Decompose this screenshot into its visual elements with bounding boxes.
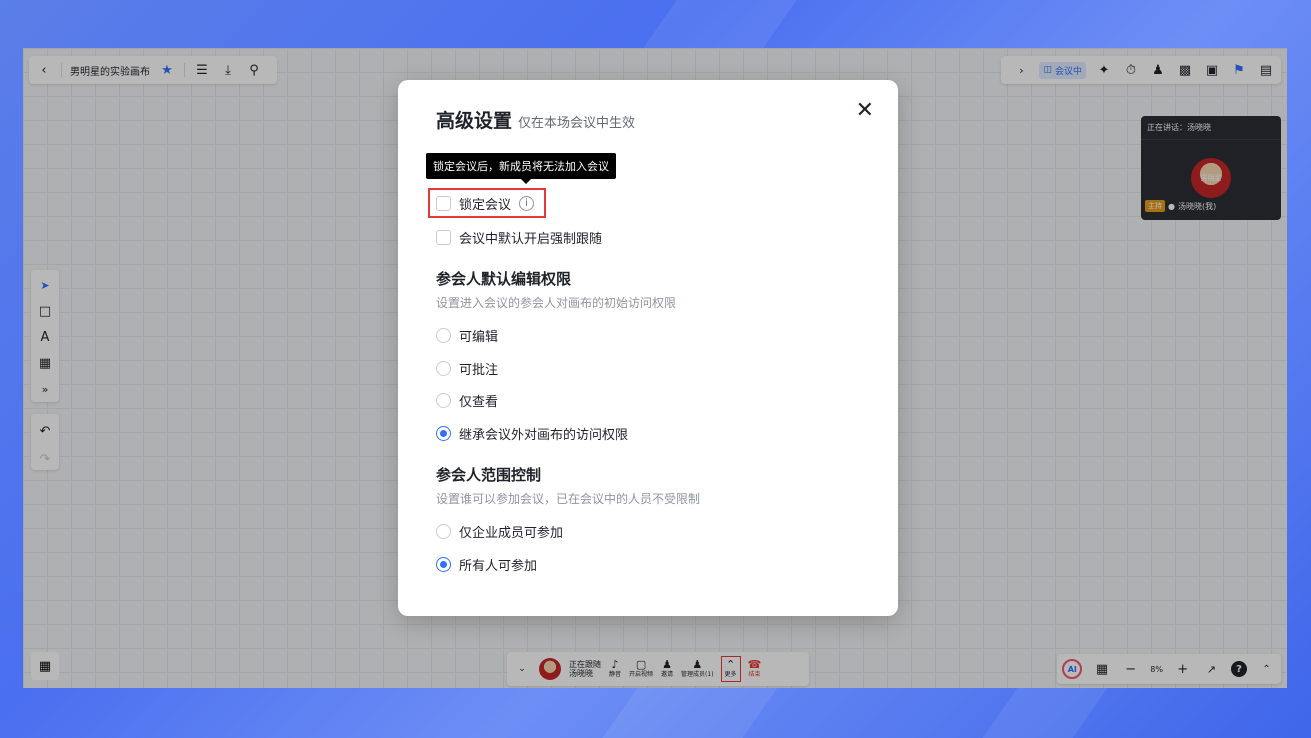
lock-meeting-option[interactable]: 锁定会议 i [428, 188, 546, 218]
radio-button-selected[interactable] [436, 426, 451, 441]
advanced-settings-dialog: 高级设置 仅在本场会议中生效 ✕ 锁定会议后，新成员将无法加入会议 锁定会议 i… [398, 80, 898, 616]
force-follow-option[interactable]: 会议中默认开启强制跟随 [436, 225, 602, 249]
perm-option-label: 可编辑 [459, 330, 499, 345]
perm-option-inherit[interactable]: 继承会议外对画布的访问权限 [436, 424, 628, 443]
info-icon[interactable]: i [519, 195, 535, 211]
dialog-title: 高级设置 [436, 110, 513, 132]
scope-option-enterprise[interactable]: 仅企业成员可参加 [436, 522, 563, 541]
radio-button-selected[interactable] [436, 557, 451, 572]
permission-section-title: 参会人默认编辑权限 [436, 270, 572, 288]
perm-option-view[interactable]: 仅查看 [436, 391, 498, 410]
lock-tooltip: 锁定会议后，新成员将无法加入会议 [426, 153, 616, 184]
radio-button[interactable] [436, 393, 451, 408]
close-icon[interactable]: ✕ [856, 100, 874, 122]
lock-meeting-checkbox[interactable] [436, 195, 451, 211]
dialog-header: 高级设置 仅在本场会议中生效 [436, 106, 860, 133]
perm-option-label: 可批注 [459, 363, 499, 378]
dialog-subtitle: 仅在本场会议中生效 [518, 116, 636, 131]
radio-button[interactable] [436, 524, 451, 539]
lock-meeting-label: 锁定会议 [459, 197, 512, 213]
permission-section-desc: 设置进入会议的参会人对画布的初始访问权限 [436, 296, 677, 310]
perm-option-edit[interactable]: 可编辑 [436, 326, 498, 345]
scope-section-desc: 设置谁可以参加会议，已在会议中的人员不受限制 [436, 492, 701, 506]
force-follow-checkbox[interactable] [436, 229, 451, 245]
force-follow-label: 会议中默认开启强制跟随 [459, 231, 603, 247]
background-stripe [982, 688, 1108, 738]
scope-option-label: 仅企业成员可参加 [459, 526, 564, 541]
background-stripe [602, 688, 778, 738]
scope-option-label: 所有人可参加 [459, 559, 538, 574]
radio-button[interactable] [436, 361, 451, 376]
scope-option-everyone[interactable]: 所有人可参加 [436, 555, 537, 574]
perm-option-comment[interactable]: 可批注 [436, 359, 498, 378]
scope-section-title: 参会人范围控制 [436, 466, 542, 484]
radio-button[interactable] [436, 328, 451, 343]
perm-option-label: 仅查看 [459, 395, 499, 410]
perm-option-label: 继承会议外对画布的访问权限 [459, 428, 629, 443]
background-stripe [643, 0, 797, 48]
